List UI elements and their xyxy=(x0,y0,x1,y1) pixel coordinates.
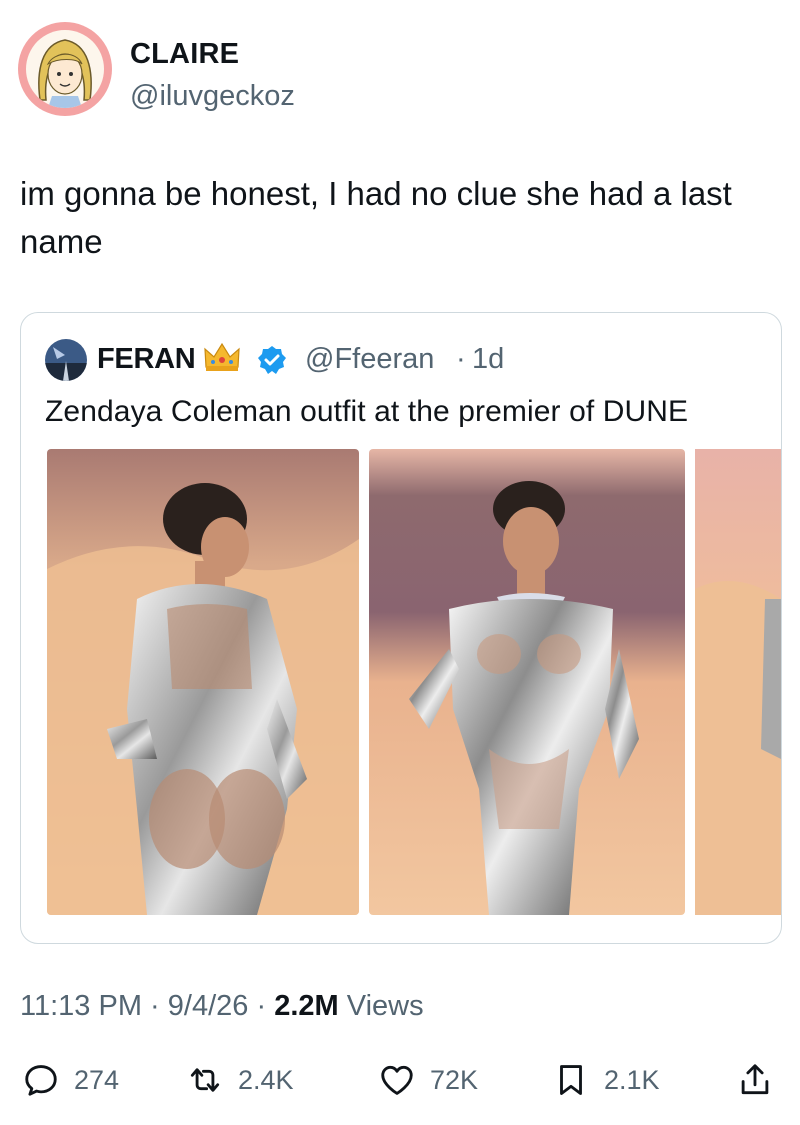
quoted-media-photo-2[interactable] xyxy=(369,449,685,915)
quoted-author-avatar[interactable] xyxy=(45,339,87,381)
tweet-header: CLAIRE @iluvgeckoz xyxy=(18,22,778,118)
like-count: 72K xyxy=(430,1064,479,1095)
quoted-media-photo-1[interactable] xyxy=(47,449,359,915)
quoted-author-handle[interactable]: @Ffeeran xyxy=(305,343,434,376)
author-name[interactable]: CLAIRE xyxy=(130,38,239,71)
crown-icon xyxy=(203,341,241,373)
views-label: Views xyxy=(346,990,424,1022)
quoted-tweet-text: Zendaya Coleman outfit at the premier of… xyxy=(45,395,689,428)
cartoon-girl-avatar-icon xyxy=(26,30,104,108)
share-icon xyxy=(741,1064,769,1095)
quoted-media-photo-3[interactable] xyxy=(695,449,781,915)
heart-icon xyxy=(381,1065,413,1095)
like-button[interactable]: 72K xyxy=(378,1050,478,1110)
tweet-time[interactable]: 11:13 PM xyxy=(20,990,142,1022)
tweet-text: im gonna be honest, I had no clue she ha… xyxy=(20,175,732,260)
author-avatar[interactable] xyxy=(18,22,112,116)
quoted-tweet-header: FERAN @Ffeeran · 1d xyxy=(45,339,765,381)
reply-button[interactable]: 274 xyxy=(22,1050,119,1110)
tweet-date[interactable]: 9/4/26 xyxy=(168,990,249,1022)
separator-dot: · xyxy=(150,990,160,1022)
separator-dot: · xyxy=(256,990,267,1022)
quoted-author-name[interactable]: FERAN xyxy=(97,343,196,376)
bookmark-icon xyxy=(560,1065,582,1095)
tweet-meta: 11:13 PM · 9/4/26 · 2.2M Views xyxy=(20,990,424,1023)
bookmark-count: 2.1K xyxy=(604,1064,660,1095)
quoted-tweet-time[interactable]: 1d xyxy=(472,343,504,376)
separator-dot: · xyxy=(456,343,466,375)
repost-button[interactable]: 2.4K xyxy=(186,1050,294,1110)
share-button[interactable] xyxy=(736,1050,774,1110)
quoted-tweet-card[interactable]: FERAN @Ffeeran · 1d Zendaya Coleman outf… xyxy=(20,312,782,944)
repost-icon xyxy=(190,1068,220,1092)
verified-badge-icon xyxy=(257,345,287,375)
reply-count: 274 xyxy=(74,1064,120,1095)
repost-count: 2.4K xyxy=(238,1064,294,1095)
author-handle[interactable]: @iluvgeckoz xyxy=(130,80,295,113)
action-bar: 274 2.4K 72K 2.1K xyxy=(0,1050,800,1110)
views-count: 2.2M xyxy=(274,990,339,1022)
bookmark-button[interactable]: 2.1K xyxy=(552,1050,660,1110)
reply-icon xyxy=(25,1065,57,1096)
